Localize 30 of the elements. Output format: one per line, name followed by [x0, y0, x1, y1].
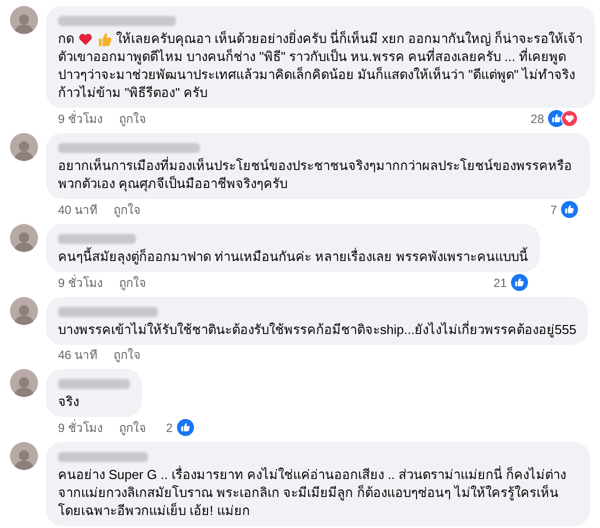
reaction-count[interactable]: 28: [530, 110, 544, 126]
like-link[interactable]: ถูกใจ: [119, 274, 146, 290]
comment-text: จริง: [58, 393, 80, 411]
avatar[interactable]: [10, 369, 38, 397]
like-link[interactable]: ถูกใจ: [119, 420, 146, 436]
reaction-count[interactable]: 7: [550, 202, 557, 218]
avatar[interactable]: [10, 297, 38, 325]
comment-text: ให้เลยครับคุณอา เห็นด้วยอย่างยิ่งครับ นี่ก็เห็นมี xยก ออกมากันใหญ่ ก็น่าจะรอให้เจ้า: [116, 30, 583, 48]
avatar[interactable]: [10, 224, 38, 252]
comment-text: คนๆนี้สมัยลุงตู่ก็ออกมาฟาด ท่านเหมือนกันค่ะ หลายเรื่องเลย พรรคพังเพราะคนแบบนี้: [58, 248, 528, 266]
like-link[interactable]: ถูกใจ: [114, 347, 141, 363]
comment-text: กด: [58, 30, 74, 48]
reaction-count[interactable]: 21: [493, 274, 507, 290]
avatar[interactable]: [10, 133, 38, 161]
reaction-count[interactable]: 2: [166, 420, 173, 436]
comment-text: อยากเห็นการเมืองที่มองเห็นประโยชน์ของประชาชนจริงๆมากกว่าผลประโยชน์ของพรรคหรือพวกตัวเอง คุณศุภจีเป็นมืออาชีพจริงๆครับ: [58, 157, 573, 193]
comment-time[interactable]: 9 ชั่วโมง: [58, 420, 104, 436]
comment-time[interactable]: 9 ชั่วโมง: [58, 274, 104, 290]
avatar[interactable]: [10, 6, 38, 34]
like-link[interactable]: ถูกใจ: [119, 110, 146, 126]
comment-text: บางพรรคเข้าไม่ให้รับใช้ชาตินะต้องรับใช้พรรคก้อมีชาติจะship...ยังไงไม่เกี่ยวพรรคต้องอยู่555: [58, 321, 576, 339]
comment-time[interactable]: 40 นาที: [58, 202, 98, 218]
like-link[interactable]: ถูกใจ: [114, 202, 141, 218]
heart-icon: [78, 32, 93, 46]
comment-text: ตัวเขาออกมาพูดดีไหม บางคนก็ช่าง "พิธี" ราวกับเป็น หน.พรรค คนที่สองเลยครับ ... ที่เคยพูดปาวๆว่าจะมาช่วยพัฒนาประเทศแล้วมาคิดเล็กคิดน้อย มันก็แสดงให้เห็นว่า "ดีแต่พูด" ไม่ทำจริง ก้าวไม่ข้าม "พิธีรีตอง" ครับ: [58, 48, 576, 102]
avatar[interactable]: [10, 442, 38, 470]
comment-time[interactable]: 46 นาที: [58, 347, 98, 363]
comment-time[interactable]: 9 ชั่วโมง: [58, 110, 104, 126]
thumbs-up-icon: [97, 32, 112, 46]
comment-text: คนอย่าง Super G .. เรื่องมารยาท คงไม่ใช่แค่อ่านออกเสียง .. ส่วนดราม่าแม่ยกนี่ ก็คงไม่ต่างจากแม่ยกวงลิเกสมัยโบราณ พระเอกลิเก จะมีเมียมีลูก ก็ต้องแอบๆซ่อนๆ ไม่ให้ใครรู้ใครเห็น โดยเฉพาะอีพวกแม่เย็บ เอ้ย! แม่ยก: [58, 466, 568, 520]
